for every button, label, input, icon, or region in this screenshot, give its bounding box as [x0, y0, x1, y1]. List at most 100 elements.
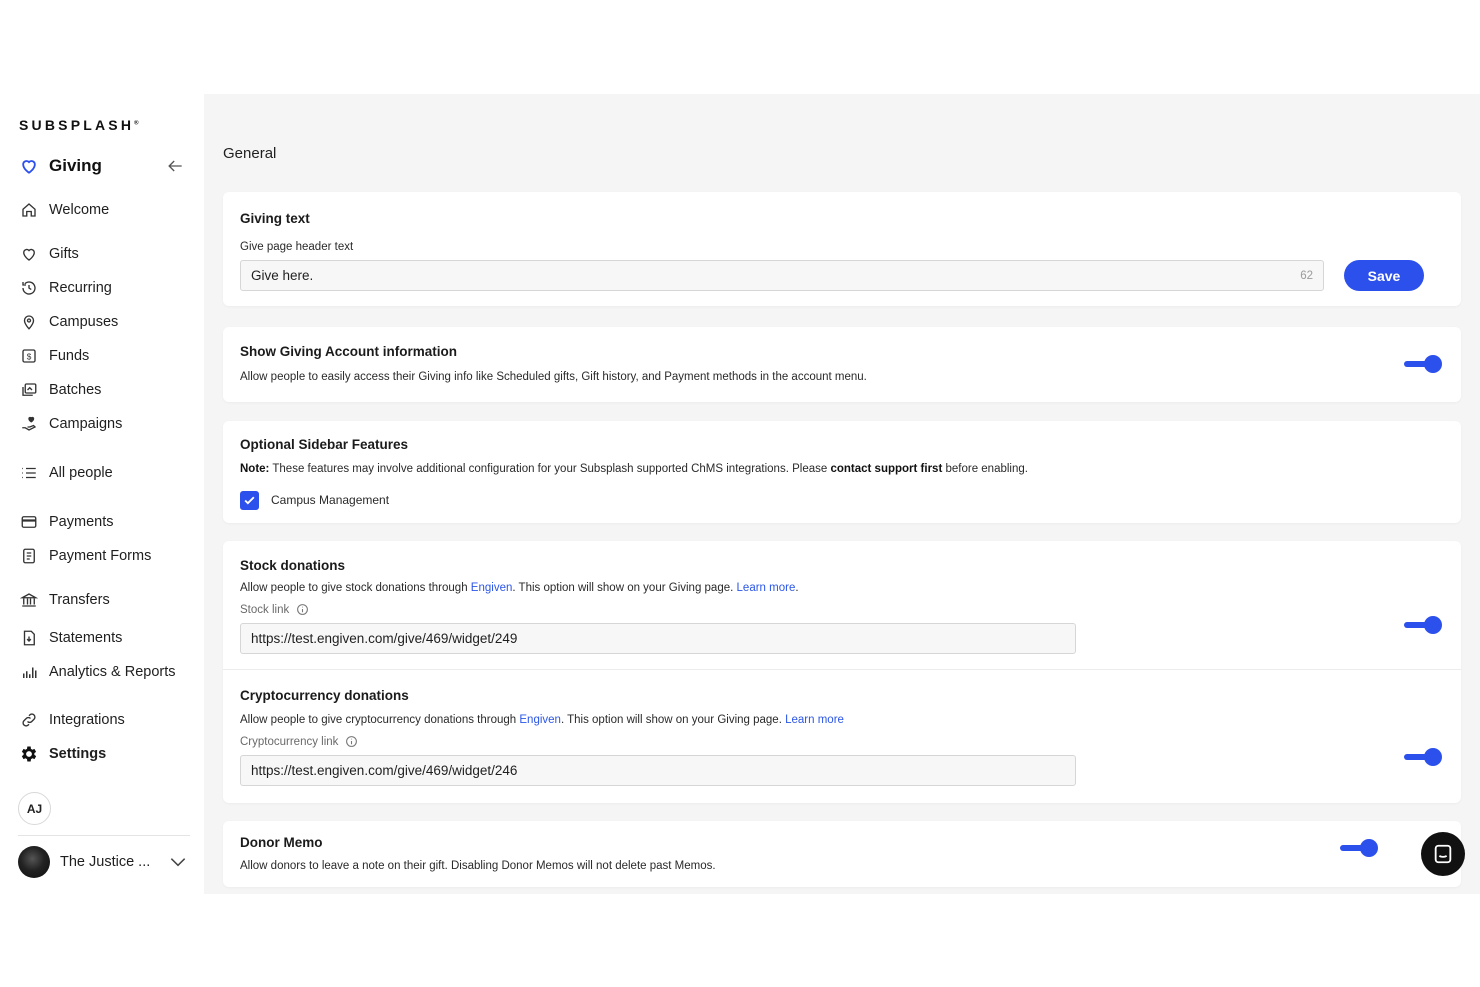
main-content: General Giving text Give page header tex… [204, 94, 1480, 894]
sidebar: SUBSPLASH® Giving Welcome Gifts Recurrin… [0, 94, 204, 894]
hand-heart-icon [19, 414, 39, 434]
sidebar-item-label: Recurring [49, 280, 112, 296]
section-divider [223, 669, 1461, 670]
sidebar-item-label: Payments [49, 514, 114, 530]
card-description: Allow people to give cryptocurrency dona… [240, 714, 844, 726]
sidebar-item-label: Settings [49, 746, 107, 762]
sidebar-item-label: Batches [49, 382, 102, 398]
header-text-input[interactable]: Give here. 62 [240, 260, 1324, 291]
note-text: Note: These features may involve additio… [240, 463, 1028, 475]
dollar-box-icon: $ [19, 346, 39, 366]
sidebar-item-label: Payment Forms [49, 548, 152, 564]
chat-icon [1434, 844, 1452, 864]
donations-card: Stock donations Allow people to give sto… [223, 541, 1461, 803]
bar-chart-icon [19, 662, 39, 682]
org-switcher[interactable]: The Justice ... [18, 846, 188, 878]
back-arrow-icon[interactable] [165, 156, 185, 176]
crypto-toggle[interactable] [1404, 748, 1442, 766]
app-window: SUBSPLASH® Giving Welcome Gifts Recurrin… [0, 94, 1480, 894]
checkbox-label: Campus Management [271, 493, 390, 507]
field-label: Stock link [240, 603, 309, 616]
org-logo [18, 846, 50, 878]
avatar-initials: AJ [26, 801, 43, 816]
stock-link-input[interactable]: https://test.engiven.com/give/469/widget… [240, 623, 1076, 654]
page-title: General [223, 145, 277, 162]
field-label: Cryptocurrency link [240, 735, 358, 748]
card-title: Giving text [240, 211, 310, 226]
card-title: Show Giving Account information [240, 344, 457, 359]
bank-icon [19, 590, 39, 610]
giving-text-card: Giving text Give page header text Give h… [223, 192, 1461, 306]
gear-icon [19, 744, 39, 764]
credit-card-icon [19, 512, 39, 532]
sidebar-item-welcome[interactable]: Welcome [19, 198, 109, 222]
stock-toggle[interactable] [1404, 616, 1442, 634]
sidebar-section-header: Giving [19, 154, 187, 178]
chat-launcher-button[interactable] [1421, 832, 1465, 876]
save-button[interactable]: Save [1344, 260, 1424, 291]
card-description: Allow people to easily access their Givi… [240, 371, 867, 383]
sidebar-item-transfers[interactable]: Transfers [19, 588, 110, 612]
sidebar-item-label: Gifts [49, 246, 79, 262]
form-icon [19, 546, 39, 566]
sidebar-item-label: Welcome [49, 202, 110, 218]
sidebar-item-analytics[interactable]: Analytics & Reports [19, 660, 176, 684]
sidebar-item-campuses[interactable]: Campuses [19, 310, 118, 334]
sidebar-item-statements[interactable]: Statements [19, 626, 122, 650]
chevron-down-icon [170, 858, 186, 867]
account-info-card: Show Giving Account information Allow pe… [223, 327, 1461, 402]
engiven-link[interactable]: Engiven [471, 582, 513, 594]
org-name: The Justice ... [60, 854, 151, 870]
info-icon[interactable] [296, 603, 309, 616]
heart-outline-icon [19, 244, 39, 264]
sidebar-item-label: Funds [49, 348, 90, 364]
svg-text:$: $ [27, 352, 32, 361]
sidebar-item-payment-forms[interactable]: Payment Forms [19, 544, 151, 568]
home-icon [19, 200, 39, 220]
sidebar-item-batches[interactable]: Batches [19, 378, 101, 402]
sidebar-item-all-people[interactable]: All people [19, 461, 113, 485]
sidebar-item-recurring[interactable]: Recurring [19, 276, 112, 300]
input-value: Give here. [251, 268, 314, 283]
subsplash-logo: SUBSPLASH® [19, 117, 139, 133]
sidebar-item-payments[interactable]: Payments [19, 510, 113, 534]
card-title: Donor Memo [240, 835, 323, 850]
sidebar-item-label: Integrations [49, 712, 125, 728]
learn-more-link[interactable]: Learn more [737, 582, 796, 594]
sidebar-item-label: Statements [49, 630, 123, 646]
sidebar-item-settings[interactable]: Settings [19, 742, 106, 766]
card-title: Stock donations [240, 558, 346, 573]
sidebar-item-gifts[interactable]: Gifts [19, 242, 79, 266]
sidebar-item-label: Transfers [49, 592, 110, 608]
sidebar-item-funds[interactable]: $ Funds [19, 344, 89, 368]
card-description: Allow people to give stock donations thr… [240, 582, 799, 594]
sidebar-section-title: Giving [49, 156, 102, 175]
avatar[interactable]: AJ [18, 792, 51, 825]
card-title: Cryptocurrency donations [240, 688, 409, 703]
crypto-link-input[interactable]: https://test.engiven.com/give/469/widget… [240, 755, 1076, 786]
heart-icon [22, 160, 36, 174]
learn-more-link[interactable]: Learn more [785, 714, 844, 726]
info-icon[interactable] [345, 735, 358, 748]
history-icon [19, 278, 39, 298]
donor-memo-toggle[interactable] [1340, 839, 1378, 857]
sidebar-item-campaigns[interactable]: Campaigns [19, 412, 122, 436]
sidebar-item-label: Campaigns [49, 416, 123, 432]
input-value: https://test.engiven.com/give/469/widget… [251, 631, 518, 646]
card-title: Optional Sidebar Features [240, 437, 409, 452]
sidebar-item-integrations[interactable]: Integrations [19, 708, 125, 732]
account-info-toggle[interactable] [1404, 355, 1442, 373]
sidebar-item-label: Analytics & Reports [49, 664, 176, 680]
engiven-link[interactable]: Engiven [519, 714, 561, 726]
input-value: https://test.engiven.com/give/469/widget… [251, 763, 518, 778]
sidebar-item-label: All people [49, 465, 113, 481]
campus-management-checkbox[interactable] [240, 491, 259, 510]
link-icon [19, 710, 39, 730]
location-pin-icon [19, 312, 39, 332]
sidebar-item-label: Campuses [49, 314, 119, 330]
sidebar-features-card: Optional Sidebar Features Note: These fe… [223, 421, 1461, 523]
list-icon [19, 463, 39, 483]
checkmark-icon [244, 496, 255, 505]
card-description: Allow donors to leave a note on their gi… [240, 860, 716, 872]
batches-icon [19, 380, 39, 400]
